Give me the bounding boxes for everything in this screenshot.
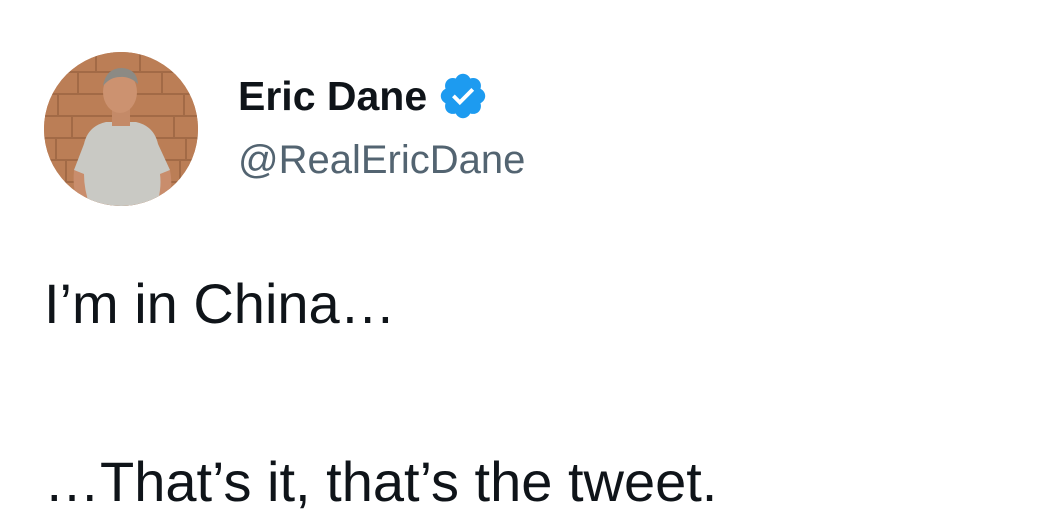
- tweet-card: Eric Dane @RealEricDane I’m in China… …T…: [0, 0, 1062, 530]
- tweet-text-line: …That’s it, that’s the tweet.: [44, 450, 718, 513]
- author-handle[interactable]: @RealEricDane: [238, 136, 525, 184]
- tweet-text-line: I’m in China…: [44, 272, 396, 335]
- profile-avatar[interactable]: [44, 52, 198, 206]
- verified-badge-icon: [437, 70, 489, 122]
- author-name-row[interactable]: Eric Dane: [238, 70, 489, 122]
- profile-photo-image: [44, 52, 198, 206]
- author-display-name[interactable]: Eric Dane: [238, 70, 427, 122]
